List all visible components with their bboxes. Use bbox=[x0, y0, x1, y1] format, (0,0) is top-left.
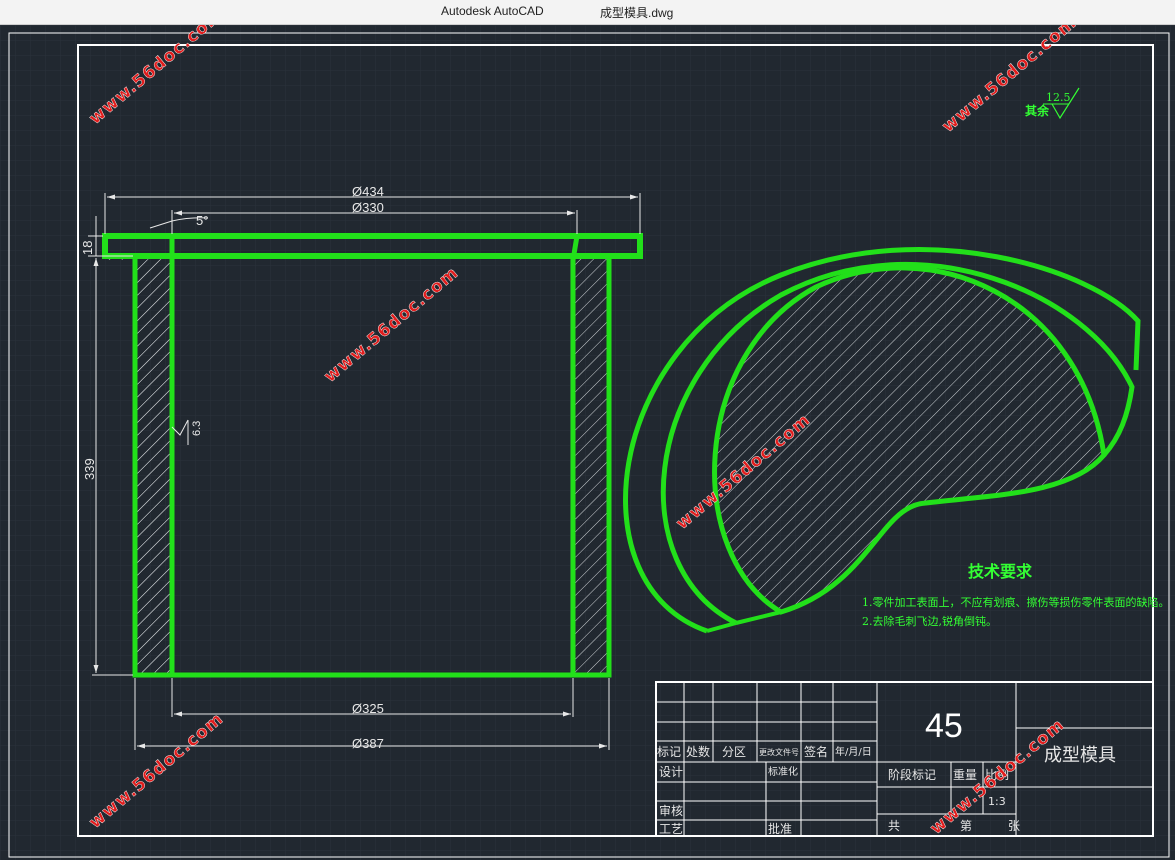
tech-requirement-1: 1.零件加工表面上，不应有划痕、擦伤等损伤零件表面的缺陷。 bbox=[862, 595, 1170, 609]
material-value: 45 bbox=[925, 707, 963, 745]
label-design: 设计 bbox=[659, 765, 683, 779]
label-count: 处数 bbox=[686, 744, 710, 759]
label-change-doc: 更改文件号 bbox=[759, 747, 799, 757]
left-wall-hatch-fill bbox=[135, 259, 172, 675]
label-sheet-no: 第 bbox=[960, 819, 972, 833]
label-mark: 标记 bbox=[657, 745, 681, 759]
dim-bottom-outer: Ø387 bbox=[352, 736, 384, 751]
part-name: 成型模具 bbox=[1044, 745, 1116, 766]
label-signature: 签名 bbox=[804, 744, 828, 759]
roughness-value: 12.5 bbox=[1046, 91, 1071, 104]
tech-requirement-2: 2.去除毛刺飞边,锐角倒钝。 bbox=[862, 614, 997, 628]
label-zone: 分区 bbox=[722, 745, 746, 759]
dim-outer-flange: Ø434 bbox=[352, 184, 384, 199]
label-standardization: 标准化 bbox=[768, 765, 798, 778]
label-stage-mark: 阶段标记 bbox=[888, 767, 936, 782]
label-process: 工艺 bbox=[659, 822, 683, 836]
label-date: 年/月/日 bbox=[835, 745, 872, 758]
dim-draft-angle: 5° bbox=[196, 213, 208, 228]
app-name: Autodesk AutoCAD bbox=[441, 4, 544, 18]
dim-height: 339 bbox=[82, 458, 97, 480]
right-wall-hatch bbox=[573, 259, 609, 675]
tech-requirements-title: 技术要求 bbox=[968, 562, 1033, 581]
dim-bottom-inner: Ø325 bbox=[352, 701, 384, 716]
label-sheets: 张 bbox=[1008, 819, 1020, 833]
dim-inner-top: Ø330 bbox=[352, 200, 384, 215]
dim-wall-roughness: 6.3 bbox=[191, 421, 203, 436]
label-total: 共 bbox=[888, 819, 900, 833]
label-approve: 批准 bbox=[768, 821, 792, 836]
window-title-bar: Autodesk AutoCAD 成型模具.dwg bbox=[0, 0, 1175, 25]
dim-flange-thickness: 18 bbox=[80, 241, 95, 255]
label-weight: 重量 bbox=[953, 768, 977, 782]
scale-value: 1:3 bbox=[988, 795, 1006, 808]
drawing-canvas[interactable]: Ø434 Ø330 Ø325 Ø387 18 339 5° 6.3 其余 12.… bbox=[0, 25, 1175, 860]
file-name: 成型模具.dwg bbox=[600, 6, 674, 20]
roughness-label: 其余 bbox=[1025, 103, 1050, 118]
label-review: 审核 bbox=[659, 803, 683, 818]
